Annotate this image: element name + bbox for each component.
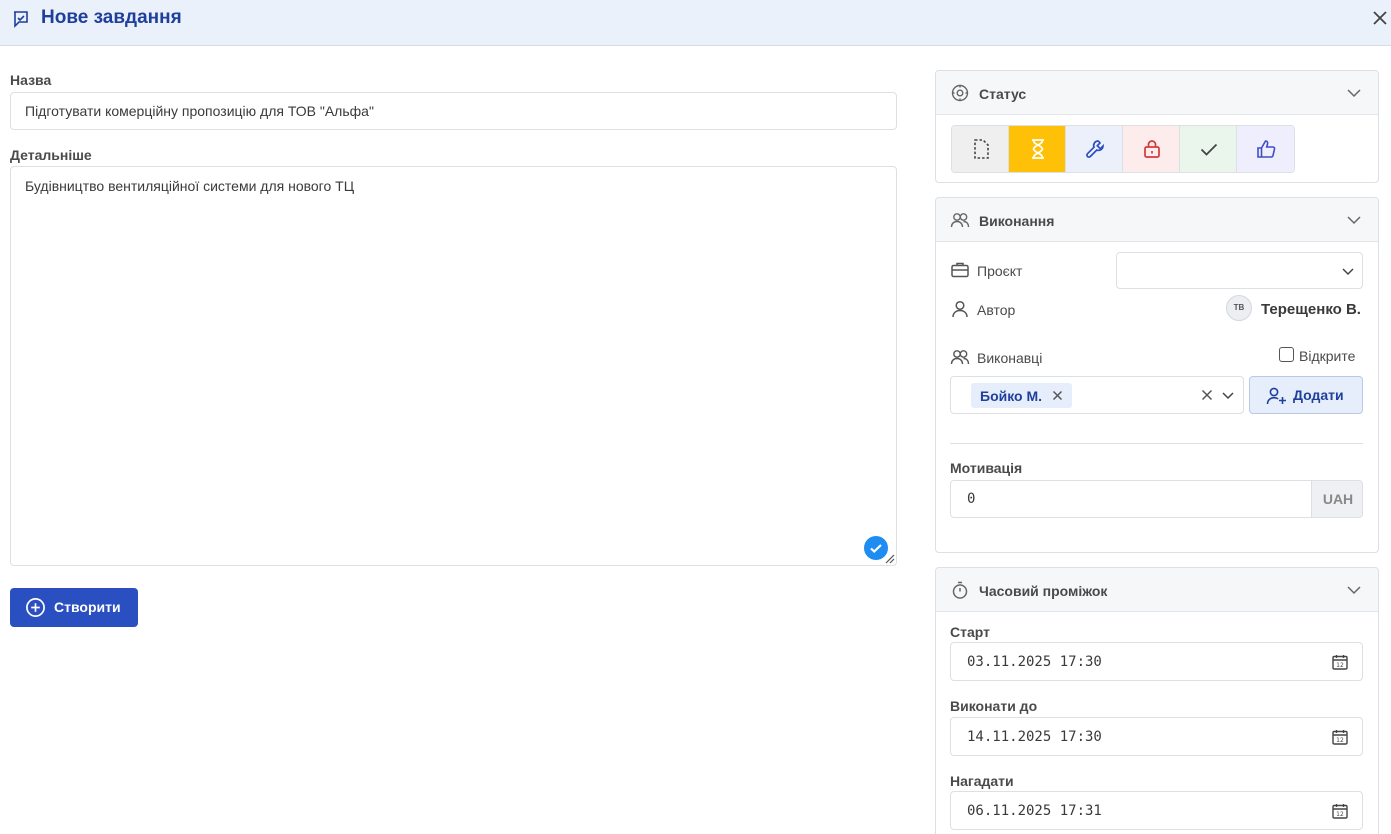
details-label: Детальніше (10, 147, 92, 163)
create-button[interactable]: Створити (10, 588, 138, 627)
currency-addon: UAH (1311, 481, 1362, 517)
remind-date-input[interactable]: 06.11.2025 17:31 12 (950, 791, 1363, 830)
timeframe-title: Часовий проміжок (979, 583, 1108, 599)
dialog-header: Нове завдання (0, 0, 1391, 46)
user-icon (952, 300, 968, 318)
close-icon[interactable] (1370, 8, 1390, 28)
lock-icon (1144, 140, 1160, 158)
status-in-progress-button[interactable] (1066, 126, 1123, 172)
chevron-down-icon[interactable] (1345, 581, 1363, 599)
file-dashed-icon (974, 139, 989, 159)
check-icon (1200, 143, 1218, 156)
svg-text:12: 12 (1336, 737, 1344, 744)
status-draft-button[interactable] (952, 126, 1009, 172)
details-textarea[interactable]: Будівництво вентиляційної системи для но… (10, 166, 897, 566)
due-date-input[interactable]: 14.11.2025 17:30 12 (950, 717, 1363, 756)
name-value: Підготувати комерційну пропозицію для ТО… (25, 103, 374, 119)
start-label: Старт (950, 624, 990, 640)
task-icon (14, 11, 28, 28)
stopwatch-icon (952, 581, 968, 599)
calendar-icon: 12 (1332, 730, 1348, 745)
svg-text:12: 12 (1336, 662, 1344, 669)
resize-handle-icon[interactable] (884, 553, 895, 564)
assignee-tag: Бойко М. (971, 383, 1072, 408)
details-value: Будівництво вентиляційної системи для но… (25, 178, 355, 194)
status-title: Статус (979, 86, 1027, 102)
calendar-icon: 12 (1332, 655, 1348, 670)
status-blocked-button[interactable] (1123, 126, 1180, 172)
author-label: Автор (977, 302, 1016, 318)
execution-title: Виконання (979, 213, 1055, 229)
project-select[interactable] (1116, 252, 1363, 289)
wrench-icon (1086, 140, 1104, 158)
name-input[interactable]: Підготувати комерційну пропозицію для ТО… (10, 92, 897, 130)
avatar: ТВ (1226, 295, 1252, 321)
dialog-title: Нове завдання (41, 7, 182, 28)
remind-date-value: 06.11.2025 17:31 (967, 803, 1102, 819)
clear-icon[interactable] (1201, 389, 1213, 401)
briefcase-icon (951, 262, 969, 278)
chevron-down-icon[interactable] (1221, 388, 1235, 402)
open-checkbox[interactable] (1279, 347, 1294, 362)
assignees-label: Виконавці (977, 350, 1043, 366)
motivation-value: 0 (967, 491, 976, 507)
svg-text:12: 12 (1336, 811, 1344, 818)
motivation-input[interactable]: 0 UAH (950, 480, 1363, 518)
status-waiting-button[interactable] (1009, 126, 1066, 172)
users-icon (950, 213, 970, 228)
calendar-icon: 12 (1332, 804, 1348, 819)
project-label: Проєкт (977, 263, 1023, 279)
user-plus-icon (1266, 387, 1286, 405)
hourglass-icon (1032, 139, 1044, 159)
status-panel-header[interactable]: Статус (936, 71, 1378, 115)
add-assignee-label: Додати (1293, 387, 1344, 403)
chevron-down-icon[interactable] (1345, 211, 1363, 229)
status-approved-button[interactable] (1237, 126, 1294, 172)
name-label: Назва (10, 72, 52, 88)
execution-panel-header[interactable]: Виконання (936, 198, 1378, 242)
create-button-label: Створити (54, 599, 121, 615)
status-selector (951, 125, 1295, 173)
execution-panel: Виконання Проєкт Автор ТВ Терещенко В. В… (935, 197, 1379, 553)
timeframe-panel: Часовий проміжок Старт 03.11.2025 17:30 … (935, 567, 1379, 834)
remove-tag-icon[interactable] (1052, 390, 1063, 401)
plus-circle-icon (26, 598, 45, 617)
start-date-value: 03.11.2025 17:30 (967, 654, 1102, 670)
gear-icon (951, 84, 969, 102)
thumbs-up-icon (1257, 140, 1276, 158)
start-date-input[interactable]: 03.11.2025 17:30 12 (950, 642, 1363, 681)
remind-label: Нагадати (950, 773, 1014, 789)
motivation-label: Мотивація (950, 460, 1023, 476)
status-panel: Статус (935, 70, 1379, 183)
author-name: Терещенко В. (1261, 301, 1361, 318)
due-date-value: 14.11.2025 17:30 (967, 729, 1102, 745)
add-assignee-button[interactable]: Додати (1249, 376, 1363, 414)
timeframe-panel-header[interactable]: Часовий проміжок (936, 568, 1378, 612)
chevron-down-icon (1342, 268, 1354, 276)
open-checkbox-label: Відкрите (1299, 348, 1356, 364)
assignees-select[interactable]: Бойко М. (950, 376, 1244, 414)
assignee-tag-label: Бойко М. (980, 388, 1043, 404)
divider (950, 443, 1363, 444)
due-label: Виконати до (950, 698, 1038, 714)
status-done-button[interactable] (1180, 126, 1237, 172)
users-icon (950, 350, 970, 365)
chevron-down-icon[interactable] (1345, 84, 1363, 102)
